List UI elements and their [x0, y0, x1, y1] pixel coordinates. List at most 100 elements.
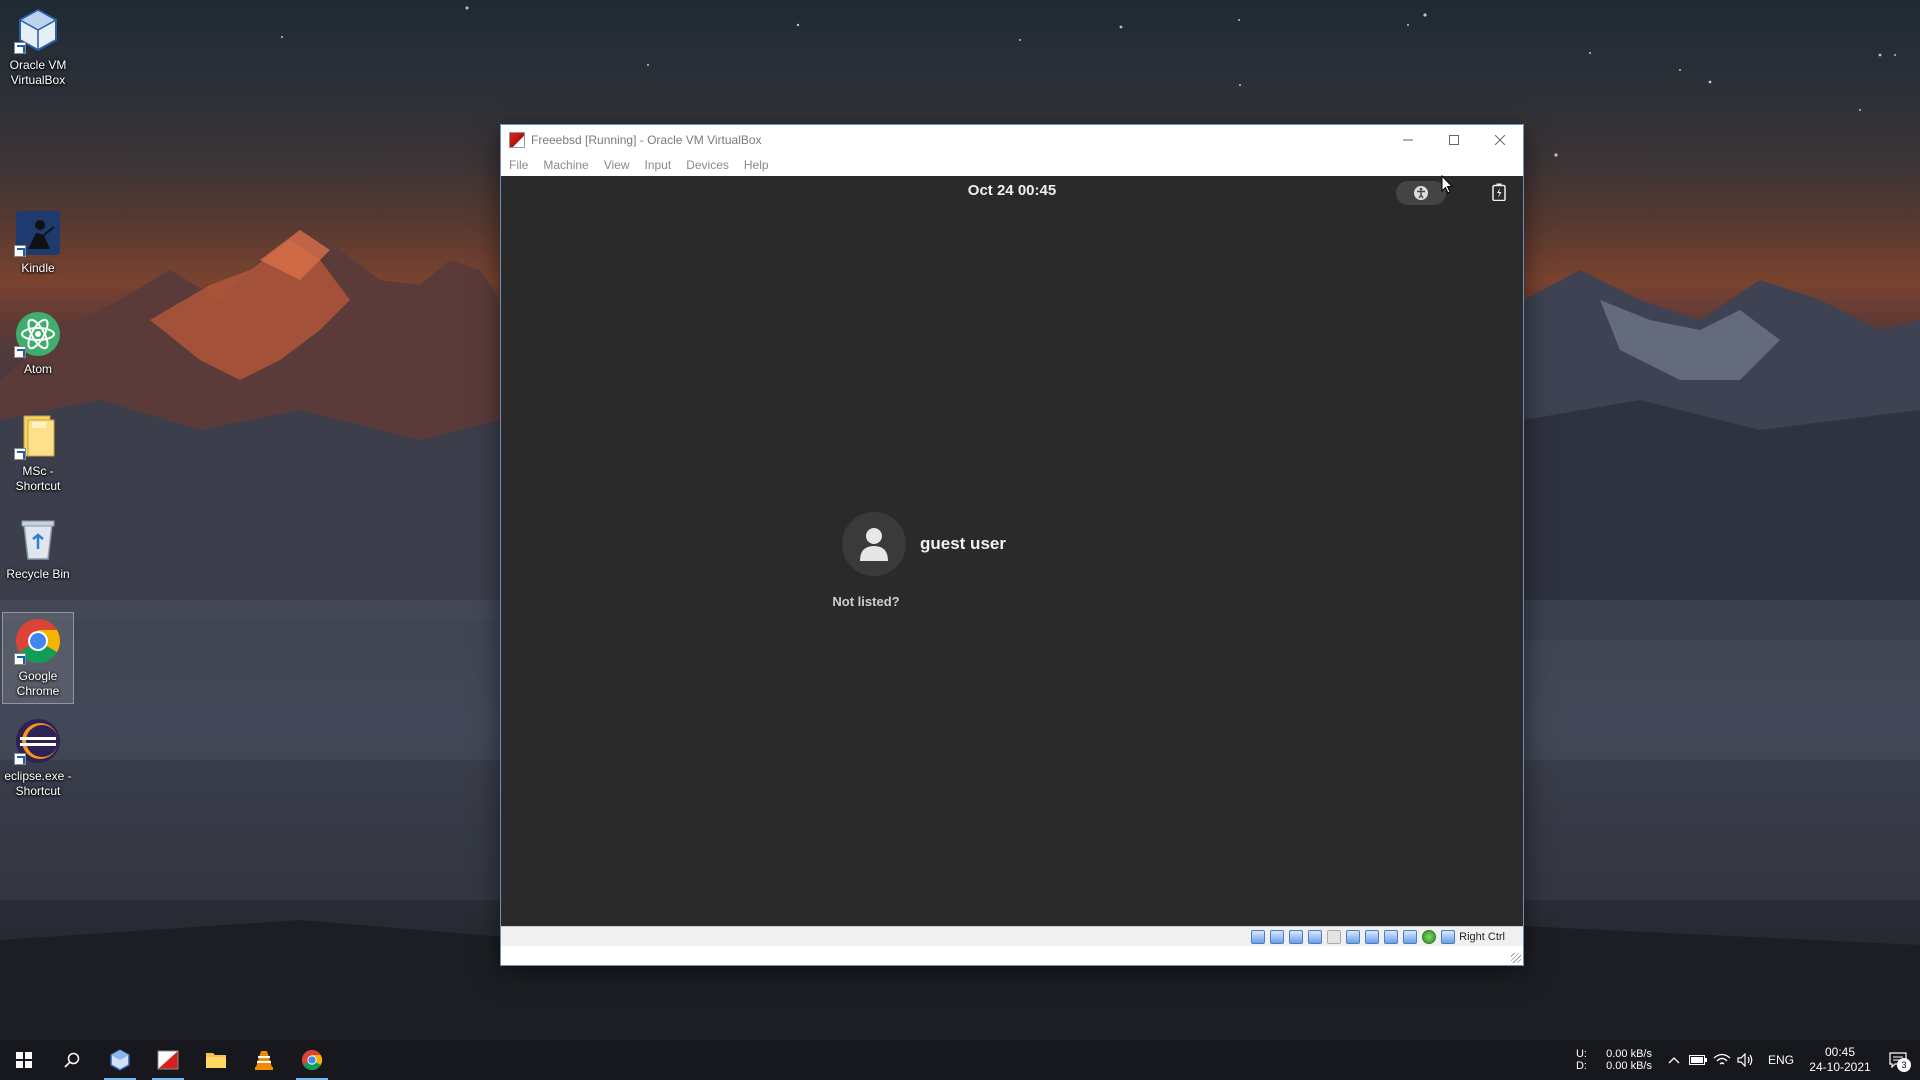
window-titlebar[interactable]: Freeebsd [Running] - Oracle VM VirtualBo…: [501, 125, 1523, 155]
desktop-icon-label: Google Chrome: [16, 669, 60, 698]
resize-grip[interactable]: [1511, 953, 1521, 963]
keyboard-capture-icon[interactable]: [1441, 929, 1456, 944]
virtualbox-icon: [110, 1049, 130, 1071]
maximize-icon: [1449, 135, 1459, 145]
shortcut-arrow-icon: [14, 245, 26, 257]
window-controls: [1385, 125, 1523, 155]
search-icon: [64, 1052, 80, 1068]
taskbar-virtualbox-button[interactable]: [96, 1040, 144, 1080]
taskbar-file-explorer-button[interactable]: [192, 1040, 240, 1080]
menu-view[interactable]: View: [604, 158, 630, 172]
start-button[interactable]: [0, 1040, 48, 1080]
user-list-item[interactable]: guest user: [842, 512, 1006, 576]
folder-icon: [206, 1053, 226, 1068]
close-icon: [1495, 135, 1505, 145]
usb-icon[interactable]: [1327, 929, 1342, 944]
maximize-button[interactable]: [1431, 125, 1477, 155]
desktop-icon-kindle[interactable]: Kindle: [2, 205, 74, 280]
desktop-icon-label: MSc - Shortcut: [15, 464, 61, 493]
shortcut-arrow-icon: [14, 42, 26, 54]
shortcut-arrow-icon: [14, 653, 26, 665]
video-capture-icon[interactable]: [1384, 929, 1399, 944]
chevron-up-icon: [1668, 1057, 1680, 1064]
close-button[interactable]: [1477, 125, 1523, 155]
upload-label: U:: [1575, 1048, 1587, 1060]
desktop-icon-recycle-bin[interactable]: Recycle Bin: [2, 511, 74, 586]
clock-date: 24-10-2021: [1809, 1060, 1871, 1074]
eclipse-icon: [14, 717, 62, 765]
folder-icon: [14, 412, 62, 460]
menu-devices[interactable]: Devices: [686, 158, 729, 172]
atom-icon: [14, 310, 62, 358]
taskbar-freebsd-vm-button[interactable]: [144, 1040, 192, 1080]
user-name: guest user: [920, 534, 1006, 553]
vm-display[interactable]: Oct 24 00:45 guest user Not listed? Righ…: [501, 176, 1523, 946]
upload-speed: 0.00 kB/s: [1606, 1048, 1652, 1060]
menu-help[interactable]: Help: [744, 158, 769, 172]
not-listed-link[interactable]: Not listed?: [801, 594, 931, 609]
windows-logo-icon: [16, 1052, 32, 1068]
hard-disk-icon[interactable]: [1251, 929, 1266, 944]
chrome-icon: [301, 1049, 323, 1071]
optical-drive-icon[interactable]: [1270, 929, 1285, 944]
tray-battery-button[interactable]: [1686, 1040, 1710, 1080]
system-tray: U: D: 0.00 kB/s 0.00 kB/s ENG 00:45 24-1…: [1576, 1040, 1920, 1080]
accessibility-icon: [1414, 186, 1428, 200]
freebsd-vm-icon: [509, 132, 525, 148]
desktop-icon-atom[interactable]: Atom: [2, 306, 74, 381]
cpu-icon[interactable]: [1403, 929, 1418, 944]
minimize-button[interactable]: [1385, 125, 1431, 155]
net-speed-labels: U: D:: [1576, 1048, 1592, 1072]
desktop-icon-eclipse[interactable]: eclipse.exe - Shortcut: [2, 713, 74, 803]
wifi-icon: [1713, 1053, 1731, 1065]
shortcut-arrow-icon: [14, 448, 26, 460]
menu-input[interactable]: Input: [645, 158, 672, 172]
taskbar-clock[interactable]: 00:45 24-10-2021: [1804, 1045, 1876, 1075]
vm-statusbar: Right Ctrl: [501, 926, 1523, 946]
action-center-button[interactable]: 3: [1876, 1040, 1920, 1080]
menu-file[interactable]: File: [509, 158, 528, 172]
user-icon: [860, 528, 888, 561]
net-speed-meter[interactable]: 0.00 kB/s 0.00 kB/s: [1600, 1048, 1652, 1072]
taskbar-vlc-button[interactable]: [240, 1040, 288, 1080]
window-title: Freeebsd [Running] - Oracle VM VirtualBo…: [531, 133, 762, 147]
desktop-icon-virtualbox[interactable]: Oracle VM VirtualBox: [2, 2, 74, 92]
battery-icon: [1688, 1055, 1707, 1065]
audio-icon[interactable]: [1289, 929, 1304, 944]
shortcut-arrow-icon: [14, 346, 26, 358]
desktop-icon-msc-shortcut[interactable]: MSc - Shortcut: [2, 408, 74, 498]
accessibility-menu-button[interactable]: [1396, 181, 1446, 205]
taskbar: U: D: 0.00 kB/s 0.00 kB/s ENG 00:45 24-1…: [0, 1040, 1920, 1080]
shortcut-arrow-icon: [14, 753, 26, 765]
window-menubar: File Machine View Input Devices Help: [501, 155, 1523, 175]
user-avatar: [842, 512, 906, 576]
recycle-bin-icon: [14, 515, 62, 563]
mouse-cursor-icon: [1441, 175, 1453, 194]
desktop-icon-label: eclipse.exe - Shortcut: [4, 769, 72, 798]
taskbar-chrome-button[interactable]: [288, 1040, 336, 1080]
desktop-icon-label: Atom: [23, 362, 52, 376]
vm-clock[interactable]: Oct 24 00:45: [501, 182, 1523, 199]
virtualbox-window[interactable]: Freeebsd [Running] - Oracle VM VirtualBo…: [500, 124, 1524, 966]
download-speed: 0.00 kB/s: [1606, 1060, 1652, 1072]
chrome-icon: [14, 617, 62, 665]
menu-machine[interactable]: Machine: [543, 158, 588, 172]
clock-time: 00:45: [1824, 1045, 1856, 1059]
input-language[interactable]: ENG: [1768, 1053, 1794, 1067]
freebsd-vm-icon: [157, 1050, 179, 1070]
desktop-icon-label: Kindle: [21, 261, 55, 275]
tray-wifi-button[interactable]: [1710, 1040, 1734, 1080]
display-icon[interactable]: [1365, 929, 1380, 944]
volume-icon: [1737, 1053, 1753, 1067]
battery-icon[interactable]: [1492, 183, 1506, 202]
desktop-icon-label: Recycle Bin: [6, 567, 70, 581]
show-hidden-icons-button[interactable]: [1662, 1040, 1686, 1080]
shared-folders-icon[interactable]: [1346, 929, 1361, 944]
mouse-integration-icon[interactable]: [1422, 929, 1437, 944]
search-button[interactable]: [48, 1040, 96, 1080]
desktop-icon-google-chrome[interactable]: Google Chrome: [2, 612, 74, 704]
minimize-icon: [1403, 139, 1413, 141]
tray-volume-button[interactable]: [1734, 1040, 1758, 1080]
notification-count-badge: 3: [1897, 1058, 1911, 1072]
network-icon[interactable]: [1308, 929, 1323, 944]
